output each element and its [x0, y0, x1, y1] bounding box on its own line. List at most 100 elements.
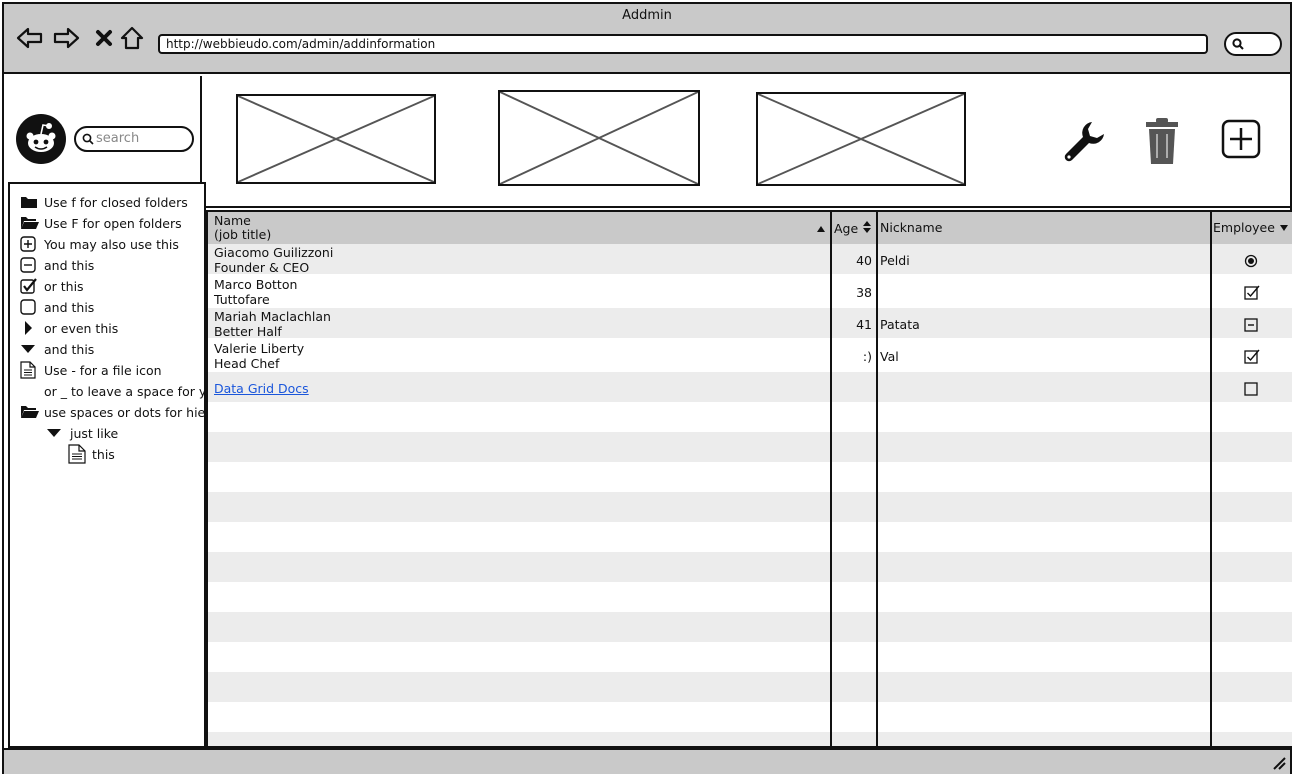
plus-square-icon[interactable] [1220, 118, 1262, 163]
search-input[interactable]: search [74, 126, 194, 152]
home-icon[interactable] [118, 24, 146, 52]
tree-item[interactable]: Use - for a file icon [20, 360, 162, 380]
table-row-name: Mariah Maclachlan Better Half [214, 309, 331, 339]
blank-space [20, 382, 40, 400]
row-stripe [208, 732, 1292, 746]
checkbox-empty-icon [20, 298, 40, 316]
checkbox-indeterminate-icon[interactable] [1244, 318, 1258, 335]
row-nickname: Peldi [880, 253, 910, 268]
search-icon [1232, 38, 1244, 50]
radio-selected-icon[interactable] [1244, 254, 1258, 271]
trash-icon[interactable] [1144, 116, 1180, 169]
column-header-sublabel: (job title) [214, 227, 272, 242]
arrow-left-icon[interactable] [16, 24, 44, 52]
file-icon [20, 361, 40, 379]
checkbox-checked-icon [20, 277, 40, 295]
tree-item[interactable]: Use f for closed folders [20, 192, 188, 212]
row-stripe [208, 552, 1292, 582]
tree-item[interactable]: or this [20, 276, 84, 296]
checkbox-checked-icon[interactable] [1244, 349, 1260, 368]
chevron-down-icon [1279, 225, 1288, 231]
row-title: Founder & CEO [214, 260, 310, 275]
browser-search-button[interactable] [1224, 32, 1282, 56]
status-bar [4, 748, 1290, 774]
row-name: Mariah Maclachlan [214, 309, 331, 324]
row-title: Better Half [214, 324, 282, 339]
row-name: Giacomo Guilizzoni [214, 245, 334, 260]
row-title: Tuttofare [214, 292, 270, 307]
row-title: Head Chef [214, 356, 280, 371]
image-placeholder [236, 94, 436, 184]
tree-item-label: use spaces or dots for hierarchy [44, 404, 206, 420]
column-header-label: Age [834, 221, 859, 236]
sort-ascending-icon[interactable] [816, 222, 826, 236]
checkbox-checked-icon[interactable] [1244, 285, 1260, 304]
row-stripe [208, 432, 1292, 462]
column-divider [1210, 212, 1212, 746]
file-icon [68, 444, 88, 464]
table-row-name: Valerie Liberty Head Chef [214, 341, 304, 371]
triangle-right-icon [20, 319, 40, 337]
row-age: 41 [856, 317, 872, 332]
row-age: 38 [856, 285, 872, 300]
window-title: Addmin [622, 8, 672, 23]
row-stripe [208, 672, 1292, 702]
reddit-logo-icon[interactable] [16, 114, 66, 164]
tree-item[interactable]: use spaces or dots for hierarchy [20, 402, 206, 422]
resize-grip-icon[interactable] [1272, 756, 1286, 773]
row-stripe [208, 612, 1292, 642]
tree-item-label: or this [44, 278, 84, 294]
title-bar: Addmin http://webbieudo.com/admin/addinf… [4, 4, 1290, 74]
row-nickname: Val [880, 349, 899, 364]
tree-item-label: Use f for closed folders [44, 194, 188, 210]
row-name: Marco Botton [214, 277, 298, 292]
tree-item[interactable]: and this [20, 297, 94, 317]
image-placeholder [498, 90, 700, 186]
column-header-employee[interactable]: Employee [1213, 221, 1289, 235]
tree-item[interactable]: or _ to leave a space for your [20, 381, 206, 401]
row-nickname: Patata [880, 317, 920, 332]
close-icon[interactable] [90, 24, 118, 52]
folder-open-icon [20, 403, 40, 421]
tree-item[interactable]: and this [20, 255, 94, 275]
tree-item-label: this [92, 446, 115, 462]
column-header-name[interactable]: Name (job title) [214, 214, 271, 242]
triangle-down-icon [46, 424, 66, 442]
tree-item-label: and this [44, 299, 95, 315]
row-stripe [208, 372, 1292, 402]
data-grid-docs-link[interactable]: Data Grid Docs [214, 381, 309, 396]
search-icon [82, 133, 94, 145]
arrow-right-icon[interactable] [52, 24, 80, 52]
tree-item-label: or _ to leave a space for your [44, 383, 206, 399]
tree-item[interactable]: this [68, 444, 115, 464]
tree-item[interactable]: just like [46, 423, 118, 443]
triangle-down-icon [20, 340, 40, 358]
tree-item[interactable]: You may also use this [20, 234, 179, 254]
url-bar[interactable]: http://webbieudo.com/admin/addinformatio… [158, 34, 1208, 54]
column-divider [876, 212, 878, 746]
browser-window: Addmin http://webbieudo.com/admin/addinf… [2, 2, 1292, 774]
tree-item[interactable]: and this [20, 339, 94, 359]
folder-closed-icon [20, 193, 40, 211]
wrench-icon[interactable] [1060, 118, 1108, 169]
row-stripe [208, 308, 1292, 338]
column-header-nickname[interactable]: Nickname [880, 221, 942, 235]
row-name: Valerie Liberty [214, 341, 305, 356]
column-header-label: Name [214, 213, 251, 228]
checkbox-empty-icon[interactable] [1244, 382, 1258, 399]
row-age: 40 [856, 253, 872, 268]
column-header-label: Nickname [880, 220, 943, 235]
tree-item-label: and this [44, 257, 95, 273]
data-grid: Name (job title) Age Nickname Employee G… [206, 210, 1292, 748]
tree-item[interactable]: Use F for open folders [20, 213, 182, 233]
tree-item-label: You may also use this [44, 236, 179, 252]
tree-item-label: Use - for a file icon [44, 362, 162, 378]
table-row-name: Giacomo Guilizzoni Founder & CEO [214, 245, 333, 275]
column-header-age[interactable]: Age [834, 221, 872, 236]
table-row-name: Marco Botton Tuttofare [214, 277, 297, 307]
search-placeholder: search [96, 131, 140, 146]
row-stripe [208, 492, 1292, 522]
grid-header [208, 212, 1292, 244]
tree-item[interactable]: or even this [20, 318, 118, 338]
tree-item-label: Use F for open folders [44, 215, 182, 231]
